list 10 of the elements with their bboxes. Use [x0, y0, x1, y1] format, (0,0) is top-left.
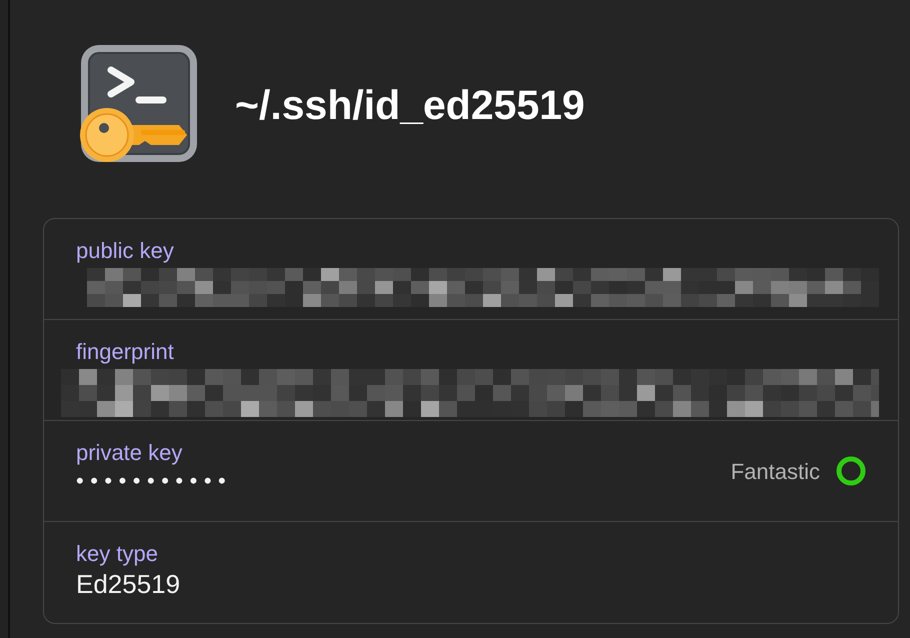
key-file-title: ~/.ssh/id_ed25519 [235, 81, 585, 129]
strength-ring-icon [836, 456, 866, 486]
field-value: Ed25519 [76, 568, 180, 600]
field-label: fingerprint [76, 338, 174, 366]
strength-label: Fantastic [730, 458, 820, 486]
field-label: public key [76, 237, 174, 265]
masked-password: ••••••••••• [76, 467, 232, 495]
field-label: key type [76, 540, 158, 568]
field-label: private key [76, 439, 182, 467]
terminal-key-icon [79, 45, 199, 165]
